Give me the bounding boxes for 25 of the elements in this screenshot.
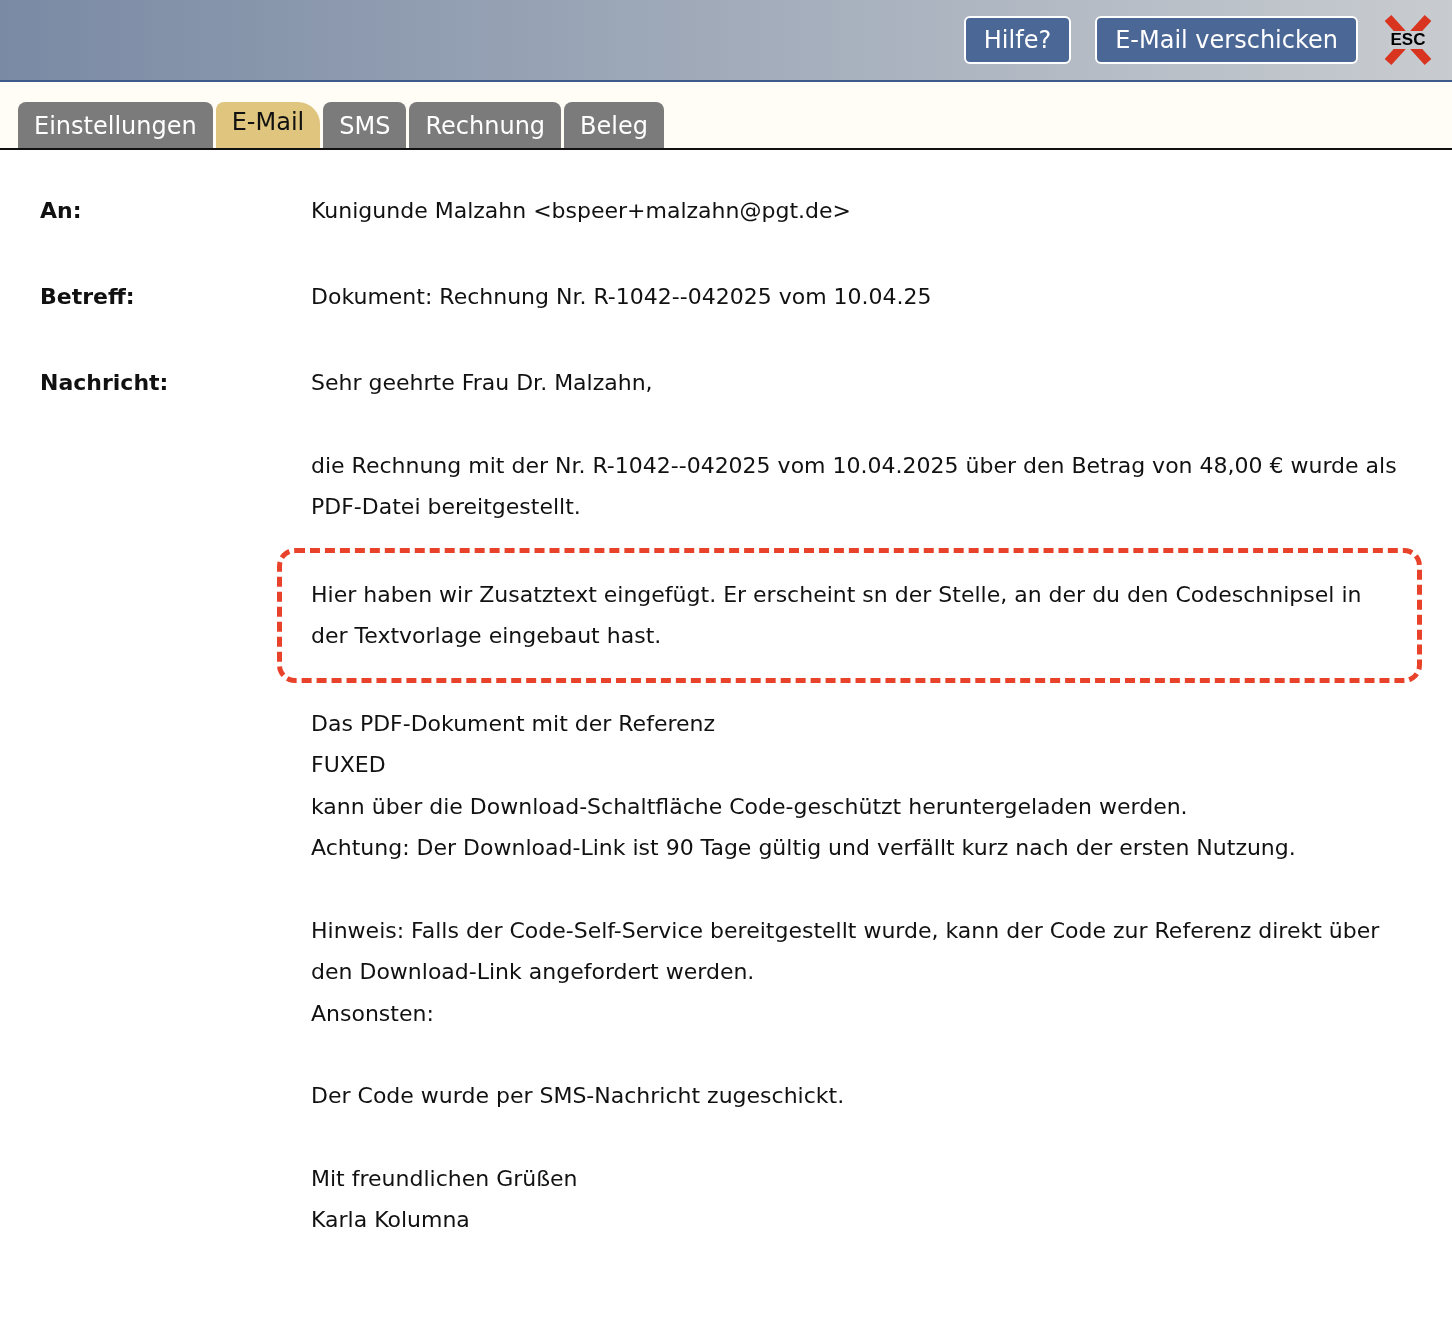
send-email-button[interactable]: E-Mail verschicken (1095, 16, 1358, 64)
tab[interactable]: Beleg (564, 102, 664, 148)
field-label: An: (40, 197, 83, 225)
message-text: Der Code wurde per SMS-Nachricht zugeschickt. (311, 1082, 846, 1110)
message-text: FUXED (311, 751, 387, 779)
message-text: Ansonsten: (311, 999, 435, 1028)
tab[interactable]: Rechnung (409, 102, 562, 148)
field-value: Kunigunde Malzahn <bspeer+malzahn@pgt.de> (311, 197, 851, 225)
close-button[interactable]: ESC (1382, 14, 1434, 66)
message-text: Hier haben wir Zusatztext eingefügt. Er erscheint sn der Stelle, an der du den Codeschnipsel in der Textvorlage eingebaut hast. (311, 580, 1363, 650)
field-value: Dokument: Rechnung Nr. R-1042--042025 vom 10.04.25 (311, 283, 932, 311)
message-text: Achtung: Der Download-Link ist 90 Tage gültig und verfällt kurz nach der ersten Nutzung. (311, 834, 1297, 862)
tab[interactable]: Einstellungen (18, 102, 213, 148)
message-text: die Rechnung mit der Nr. R-1042--042025 vom 10.04.2025 über den Betrag von 48,00 € wurde als PDF-Datei bereitgestellt. (311, 451, 1398, 521)
tab[interactable]: SMS (323, 102, 407, 148)
message-text: Das PDF-Dokument mit der Referenz (311, 709, 716, 738)
message-text: kann über die Download-Schaltfläche Code-geschützt heruntergeladen werden. (311, 792, 1189, 821)
tab[interactable]: E-Mail (215, 102, 321, 148)
message-text: Hinweis: Falls der Code-Self-Service bereitgestellt wurde, kann der Code zur Referenz direkt über den Download-Link angefordert werden. (311, 916, 1381, 986)
message-text: Karla Kolumna (311, 1206, 471, 1234)
field-label: Betreff: (40, 283, 136, 311)
field-label: Nachricht: (40, 369, 170, 397)
help-button[interactable]: Hilfe? (963, 16, 1072, 64)
message-text: Mit freundlichen Grüßen (311, 1164, 579, 1193)
message-text: Sehr geehrte Frau Dr. Malzahn, (311, 369, 654, 397)
